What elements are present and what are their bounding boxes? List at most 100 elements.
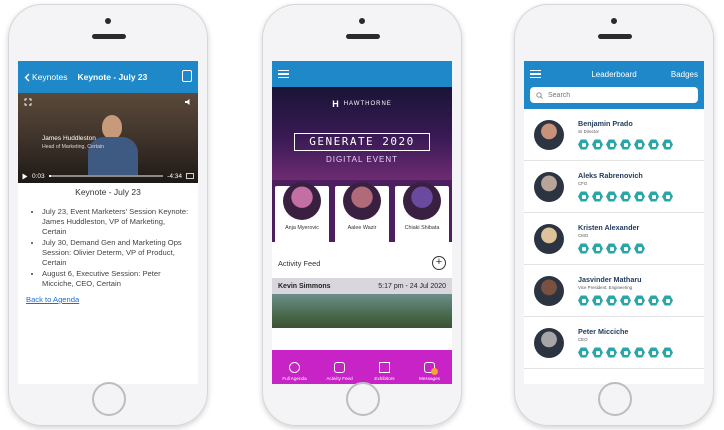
nav-label: Messages	[419, 376, 440, 381]
avatar	[343, 182, 381, 220]
badge-icon[interactable]	[620, 243, 631, 254]
event-screen: H HAWTHORNE GENERATE 2020 DIGITAL EVENT …	[272, 61, 452, 384]
badge-icon[interactable]	[634, 243, 645, 254]
badge-icon[interactable]	[620, 139, 631, 150]
play-icon[interactable]	[22, 173, 28, 180]
badge-icon[interactable]	[648, 139, 659, 150]
post-author: Kevin Simmons	[278, 282, 331, 290]
badge-icon[interactable]	[578, 295, 589, 306]
badge-icon[interactable]	[662, 295, 673, 306]
activity-feed-bar: Activity Feed +	[272, 248, 452, 278]
badge-icon[interactable]	[648, 347, 659, 358]
speaker-name: Chiaki Shibata	[404, 225, 440, 231]
badge-icon[interactable]	[592, 347, 603, 358]
badge-icons	[578, 295, 673, 306]
badge-icon[interactable]	[620, 295, 631, 306]
video-caption-name: James Huddleston	[42, 135, 96, 142]
badge-icon[interactable]	[620, 191, 631, 202]
badge-icon[interactable]	[592, 243, 603, 254]
post-header: Kevin Simmons 5:17 pm - 24 Jul 2020	[272, 278, 452, 294]
add-post-button[interactable]: +	[432, 256, 446, 270]
nav-label: Full Agenda	[282, 376, 307, 381]
activity-feed-title[interactable]: Activity Feed	[272, 252, 354, 276]
leader-name: Peter Micciche	[578, 327, 629, 336]
chat-icon	[334, 362, 345, 373]
badges-link[interactable]: Badges	[671, 70, 698, 79]
leader-name: Benjamin Prado	[578, 119, 633, 128]
mail-icon	[424, 362, 438, 375]
badge-icon[interactable]	[648, 191, 659, 202]
fullscreen-icon[interactable]	[24, 98, 32, 106]
badge-icon[interactable]	[606, 191, 617, 202]
nav-activity-feed[interactable]: Activity Feed	[323, 362, 357, 381]
calendar-icon[interactable]	[182, 70, 192, 82]
avatar	[283, 182, 321, 220]
avatar	[534, 275, 564, 306]
search-box[interactable]	[530, 87, 698, 103]
speaker-card[interactable]: Aalee Wazir	[335, 182, 389, 246]
badge-icon[interactable]	[620, 347, 631, 358]
agenda-icon	[289, 362, 300, 373]
nav-exhibitors[interactable]: Exhibitors	[368, 362, 402, 381]
brand-logo: H HAWTHORNE	[272, 99, 452, 109]
nav-full-agenda[interactable]: Full Agenda	[278, 362, 312, 381]
badge-icon[interactable]	[606, 139, 617, 150]
leader-name: Aleks Rabrenovich	[578, 171, 643, 180]
cast-icon[interactable]	[186, 173, 194, 179]
badge-icon[interactable]	[592, 191, 603, 202]
phone-frame-event: H HAWTHORNE GENERATE 2020 DIGITAL EVENT …	[262, 4, 462, 426]
badge-icon[interactable]	[606, 295, 617, 306]
speaker-card[interactable]: Chiaki Shibata	[395, 182, 449, 246]
menu-icon[interactable]	[530, 69, 541, 79]
badge-icon[interactable]	[634, 191, 645, 202]
leaderboard-row[interactable]: Aleks Rabrenovich CFO	[524, 161, 704, 213]
event-header	[272, 61, 452, 87]
badge-icon[interactable]	[606, 243, 617, 254]
badge-icon[interactable]	[634, 295, 645, 306]
chevron-left-icon	[24, 73, 30, 81]
badge-icon[interactable]	[592, 295, 603, 306]
avatar	[534, 327, 564, 358]
front-camera	[105, 18, 111, 24]
nav-messages[interactable]: Messages	[413, 362, 447, 381]
badge-icon[interactable]	[578, 139, 589, 150]
post-image[interactable]	[272, 294, 452, 328]
badge-icon[interactable]	[578, 243, 589, 254]
back-button[interactable]: Keynotes	[18, 72, 67, 82]
menu-icon[interactable]	[278, 69, 289, 79]
speaker-cards: Anja Myerovic Aalee Wazir Chiaki Shibata	[272, 180, 452, 246]
back-to-agenda-link[interactable]: Back to Agenda	[26, 295, 198, 304]
home-button[interactable]	[346, 382, 380, 416]
speaker-card[interactable]: Anja Myerovic	[275, 182, 329, 246]
nav-label: Exhibitors	[374, 376, 395, 381]
video-progress-bar[interactable]	[48, 175, 164, 177]
volume-icon[interactable]	[184, 98, 192, 106]
badge-icons	[578, 191, 673, 202]
leader-info: Benjamin Prado Sr Director	[578, 119, 673, 150]
badge-icon[interactable]	[662, 347, 673, 358]
leaderboard-row[interactable]: Benjamin Prado Sr Director	[524, 109, 704, 161]
leaderboard-row[interactable]: Kristen Alexander CMO	[524, 213, 704, 265]
home-button[interactable]	[598, 382, 632, 416]
badge-icon[interactable]	[648, 295, 659, 306]
badge-icon[interactable]	[662, 139, 673, 150]
badge-icon[interactable]	[634, 347, 645, 358]
badge-icon[interactable]	[578, 347, 589, 358]
time-current: 0:03	[32, 172, 45, 180]
time-remaining: -4:34	[167, 172, 182, 180]
leaderboard-row[interactable]: Jasvinder Matharu Vice President, Enginee…	[524, 265, 704, 317]
leaderboard-row[interactable]: Peter Micciche CEO	[524, 317, 704, 369]
speaker-head	[102, 115, 122, 139]
badge-icon[interactable]	[606, 347, 617, 358]
badge-icon[interactable]	[592, 139, 603, 150]
video-player[interactable]: James Huddleston Head of Marketing, Cert…	[18, 93, 198, 183]
leader-name: Jasvinder Matharu	[578, 275, 642, 284]
home-button[interactable]	[92, 382, 126, 416]
search-input[interactable]	[546, 90, 690, 100]
badge-icon[interactable]	[662, 191, 673, 202]
event-subtitle: DIGITAL EVENT	[325, 155, 399, 164]
video-progress-fill	[48, 175, 51, 177]
leaderboard-header: Leaderboard Badges	[524, 61, 704, 87]
badge-icon[interactable]	[578, 191, 589, 202]
badge-icon[interactable]	[634, 139, 645, 150]
